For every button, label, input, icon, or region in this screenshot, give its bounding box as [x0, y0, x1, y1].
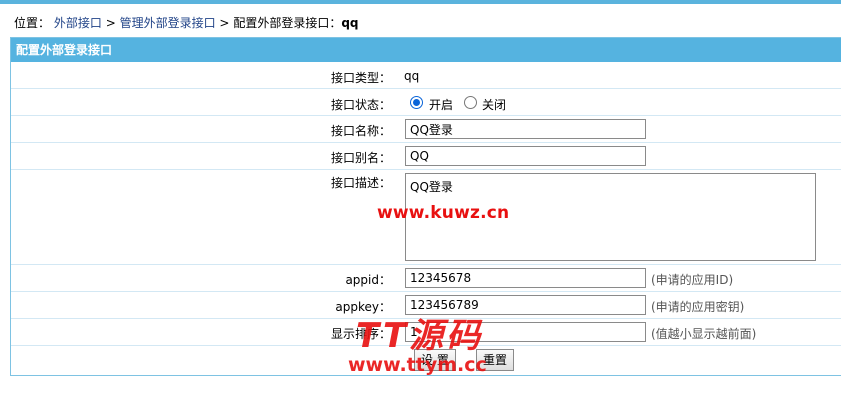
appid-hint: (申请的应用ID) — [651, 273, 734, 287]
status-off-radio[interactable] — [464, 96, 477, 109]
top-accent-bar — [0, 0, 841, 4]
breadcrumb-separator: > — [219, 16, 230, 30]
breadcrumb-separator: > — [105, 16, 116, 30]
watermark-url-kuwz: www.kuwz.cn — [377, 203, 510, 223]
breadcrumb: 位置： 外部接口 > 管理外部登录接口 > 配置外部登录接口：qq — [14, 14, 359, 32]
appid-input[interactable] — [405, 268, 646, 288]
status-off-label[interactable]: 关闭 — [482, 96, 506, 113]
row-appid: appid： (申请的应用ID) — [11, 266, 841, 292]
interface-type-value: qq — [404, 69, 420, 83]
appkey-hint: (申请的应用密钥) — [651, 300, 745, 314]
appid-label: appid： — [345, 273, 391, 287]
interface-status-label: 接口状态： — [330, 98, 391, 112]
breadcrumb-link-external-interface[interactable]: 外部接口 — [54, 16, 102, 30]
panel-title: 配置外部登录接口 — [11, 38, 841, 63]
row-interface-type: 接口类型： qq — [11, 64, 841, 89]
row-interface-name: 接口名称： — [11, 117, 841, 143]
interface-description-label: 接口描述： — [330, 176, 391, 190]
appkey-label: appkey： — [335, 300, 391, 314]
row-interface-status: 接口状态： 开启 关闭 — [11, 90, 841, 116]
breadcrumb-link-manage-login-interface[interactable]: 管理外部登录接口 — [120, 16, 216, 30]
breadcrumb-prefix: 位置： — [14, 16, 51, 30]
interface-type-label: 接口类型： — [330, 71, 391, 85]
row-interface-alias: 接口别名： — [11, 144, 841, 170]
interface-alias-input[interactable] — [405, 146, 646, 166]
display-order-label: 显示排序： — [330, 327, 391, 341]
watermark-brand: TT源码 — [356, 316, 484, 356]
status-on-label[interactable]: 开启 — [429, 96, 453, 113]
status-on-radio[interactable] — [410, 96, 423, 109]
watermark-url-ttym: www.ttym.cc — [348, 354, 487, 376]
interface-name-input[interactable] — [405, 119, 646, 139]
interface-alias-label: 接口别名： — [330, 151, 391, 165]
breadcrumb-current-value: qq — [341, 16, 359, 30]
interface-name-label: 接口名称： — [330, 124, 391, 138]
breadcrumb-current: 配置外部登录接口： — [233, 16, 342, 30]
display-order-hint: (值越小显示越前面) — [651, 327, 757, 341]
